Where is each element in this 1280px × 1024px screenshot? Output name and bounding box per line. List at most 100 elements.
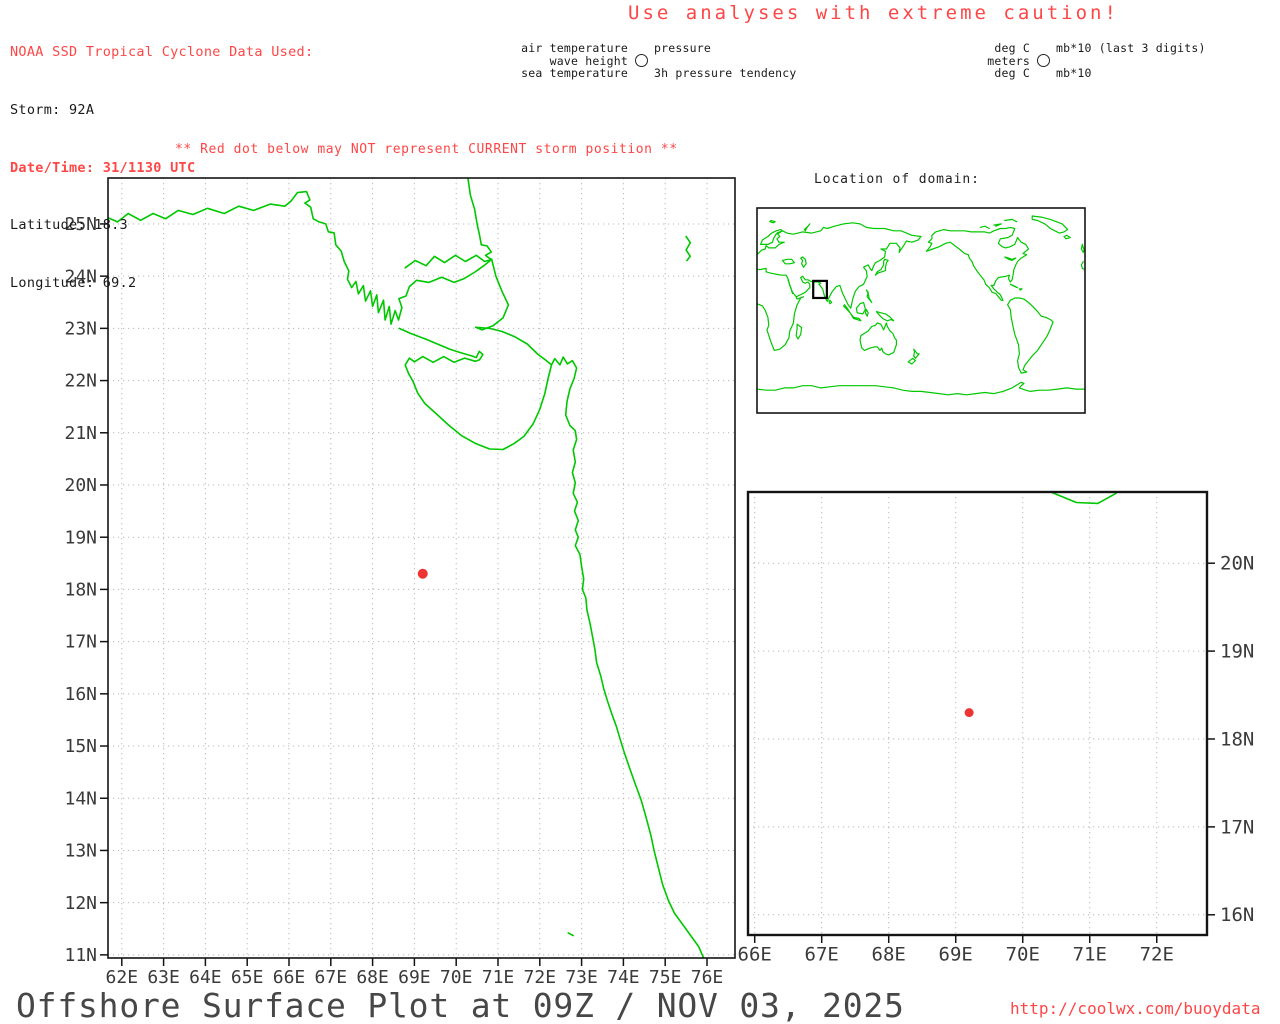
coastline <box>550 356 705 958</box>
y-axis-tick-label: 19N <box>64 527 97 548</box>
legend-wave-height-label: wave height <box>549 53 628 68</box>
storm-position-dot <box>417 568 428 579</box>
buoy-plot-page: 62E 63E 64E 65E 66E 67E 68E 69E 70E 71E 72E 73E 74E 7… <box>0 0 1280 1024</box>
world-coastline <box>1080 243 1085 253</box>
zoom-map-graticule <box>748 492 1207 935</box>
storm-id-line: Storm: 92A <box>10 102 95 119</box>
units-degc-label-top: deg C <box>994 41 1030 55</box>
caution-banner: Use analyses with extreme caution! <box>628 2 1119 24</box>
y-axis-tick-label: 14N <box>64 788 97 809</box>
coastline <box>404 254 493 269</box>
x-axis-tick-label: 69E <box>939 944 973 966</box>
x-axis-tick-label: 65E <box>231 967 264 988</box>
units-degc-label-bottom: deg C <box>994 66 1030 80</box>
x-axis-tick-label: 72E <box>1140 944 1174 966</box>
x-axis-tick-label: 67E <box>805 944 839 966</box>
world-coastline <box>769 219 776 224</box>
world-coastline <box>993 223 1002 227</box>
x-axis-tick-label: 68E <box>356 967 389 988</box>
x-axis-tick-label: 76E <box>691 967 724 988</box>
x-axis-tick-label: 64E <box>189 967 222 988</box>
storm-position-dot <box>964 708 974 718</box>
station-model-legend: air temperature pressure wave height sea… <box>478 42 796 79</box>
world-coastline <box>864 308 869 317</box>
coastline <box>685 235 692 262</box>
x-axis-tick-label: 74E <box>607 967 640 988</box>
coastline <box>567 932 574 937</box>
coastline <box>465 69 1080 292</box>
coastline <box>467 178 493 261</box>
units-model-circle-icon <box>1036 54 1050 67</box>
legend-pressure-label: pressure <box>654 41 711 55</box>
world-coastline <box>1031 215 1069 234</box>
cyclone-data-source-line: NOAA SSD Tropical Cyclone Data Used: <box>10 44 314 61</box>
storm-latitude-line: Latitude: 18.3 <box>10 217 128 234</box>
world-location-map <box>756 207 1086 414</box>
coastline <box>475 258 510 331</box>
x-axis-tick-label: 71E <box>1073 944 1107 966</box>
y-axis-tick-label: 16N <box>64 684 97 705</box>
storm-datetime-line: Date/Time: 31/1130 UTC <box>10 159 196 176</box>
world-coastline <box>1009 283 1019 289</box>
y-axis-tick-label: 22N <box>64 371 97 392</box>
world-coastline <box>913 348 920 359</box>
y-axis-tick-label: 16N <box>1220 904 1254 926</box>
legend-sea-temperature-label: sea temperature <box>521 66 628 80</box>
x-axis-tick-label: 63E <box>147 967 180 988</box>
world-coastline <box>1063 234 1071 240</box>
legend-pressure-tendency-label: 3h pressure tendency <box>654 66 797 80</box>
y-axis-tick-label: 18N <box>1220 728 1254 750</box>
world-coastline <box>1007 297 1054 374</box>
y-axis-tick-label: 18N <box>64 580 97 601</box>
source-url-link[interactable]: http://coolwx.com/buoydata <box>1010 999 1260 1018</box>
world-coastline <box>865 289 873 304</box>
world-coastline <box>1018 288 1023 291</box>
world-coastline <box>907 357 917 365</box>
coastline <box>932 300 1066 355</box>
world-coastline <box>803 223 811 232</box>
y-axis-tick-label: 20N <box>64 475 97 496</box>
x-axis-tick-label: 70E <box>440 967 473 988</box>
zoom-inset-map: 66E 67E 68E 69E 70E 71E 72E 16N 17N 18N 19N 20N <box>465 69 1254 966</box>
world-coastline <box>1004 218 1018 223</box>
y-axis-tick-label: 17N <box>1220 816 1254 838</box>
zoom-map-frame <box>746 490 1209 937</box>
world-coastline <box>828 299 833 305</box>
coastline <box>475 326 553 366</box>
legend-air-temperature-label: air temperature <box>521 41 628 55</box>
y-axis-tick-label: 19N <box>1220 641 1254 663</box>
x-axis-tick-label: 72E <box>524 967 557 988</box>
world-coastline <box>979 225 990 230</box>
world-coastline <box>757 222 922 309</box>
world-coastline <box>781 258 795 265</box>
storm-longitude-line: Longitude: 69.2 <box>10 274 137 291</box>
y-axis-tick-label: 21N <box>64 423 97 444</box>
station-units-legend: deg C mb*10 (last 3 digits) meters deg C… <box>972 42 1206 79</box>
y-axis-tick-label: 12N <box>64 893 97 914</box>
x-axis-tick-label: 62E <box>106 967 139 988</box>
units-meters-label: meters <box>987 53 1030 68</box>
y-axis-tick-label: 17N <box>64 632 97 653</box>
coastline <box>1054 184 1106 303</box>
plot-title: Offshore Surface Plot at 09Z / NOV 03, 2… <box>16 986 905 1024</box>
world-coastline <box>795 323 803 340</box>
world-coastline <box>757 296 805 351</box>
y-axis-tick-label: 11N <box>64 945 97 966</box>
x-axis-tick-label: 69E <box>398 967 431 988</box>
y-axis-tick-label: 20N <box>1220 553 1254 575</box>
station-model-circle-icon <box>634 54 648 67</box>
x-axis-tick-label: 66E <box>273 967 306 988</box>
red-dot-warning: ** Red dot below may NOT represent CURRE… <box>175 142 678 157</box>
world-coastline <box>855 301 866 315</box>
y-axis-tick-label: 15N <box>64 736 97 757</box>
location-of-domain-title: Location of domain: <box>814 172 980 187</box>
units-mb10-label: mb*10 <box>1056 66 1092 80</box>
coastline <box>398 327 484 363</box>
y-axis-tick-label: 13N <box>64 841 97 862</box>
world-coastline <box>787 279 794 294</box>
zoom-map-coastlines <box>465 69 1175 505</box>
coastline <box>1054 298 1175 361</box>
coastline <box>1049 492 1119 505</box>
coastline <box>404 355 553 451</box>
units-mb10-digits-label: mb*10 (last 3 digits) <box>1056 41 1206 55</box>
